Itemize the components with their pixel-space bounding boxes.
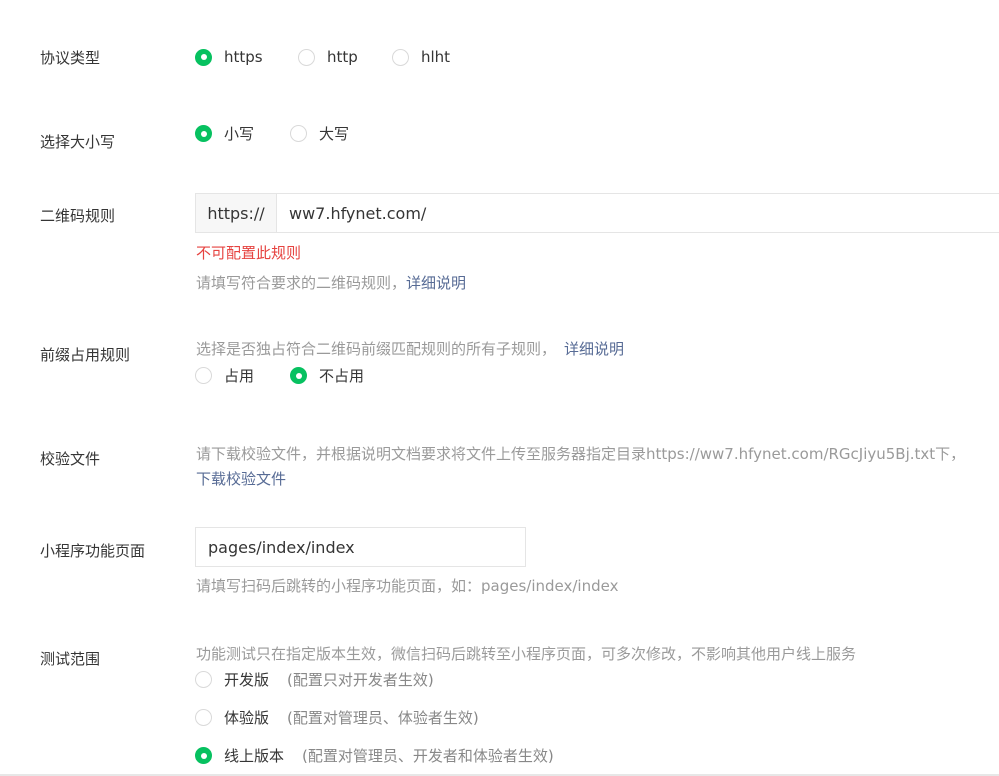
qrcode-rule-label: 二维码规则 xyxy=(40,207,116,225)
radio-label: http xyxy=(327,48,358,66)
qrcode-rule-field[interactable]: https:// ww7.hfynet.com/ xyxy=(195,193,999,233)
scope-radio-online[interactable]: 线上版本 (配置对管理员、开发者和体验者生效) xyxy=(195,745,554,766)
radio-label: 不占用 xyxy=(319,367,365,385)
radio-unchecked-icon xyxy=(298,48,315,66)
radio-unchecked-icon xyxy=(290,125,307,142)
radio-unchecked-icon xyxy=(195,709,212,726)
radio-unchecked-icon xyxy=(195,671,212,688)
case-label: 选择大小写 xyxy=(40,133,116,151)
qrcode-rule-prefix: https:// xyxy=(196,194,277,232)
radio-note: (配置对管理员、体验者生效) xyxy=(287,709,479,727)
protocol-radio-https[interactable]: https xyxy=(195,48,263,66)
test-scope-label: 测试范围 xyxy=(40,650,101,668)
radio-checked-icon xyxy=(290,367,307,384)
prefix-radio-occupy[interactable]: 占用 xyxy=(195,365,254,386)
prefix-occupy-detail-link[interactable]: 详细说明 xyxy=(564,340,624,358)
page-label: 小程序功能页面 xyxy=(40,542,146,560)
prefix-occupy-desc: 选择是否独占符合二维码前缀匹配规则的所有子规则， 详细说明 xyxy=(196,338,624,359)
radio-label: 体验版 xyxy=(224,709,270,727)
scope-radio-trial[interactable]: 体验版 (配置对管理员、体验者生效) xyxy=(195,707,479,728)
prefix-radio-not-occupy[interactable]: 不占用 xyxy=(290,365,364,386)
radio-unchecked-icon xyxy=(392,48,409,66)
radio-note: (配置对管理员、开发者和体验者生效) xyxy=(302,747,554,765)
qrcode-rule-help: 请填写符合要求的二维码规则，详细说明 xyxy=(196,272,466,293)
verify-file-desc: 请下载校验文件，并根据说明文档要求将文件上传至服务器指定目录https://ww… xyxy=(196,445,966,463)
qrcode-rule-detail-link[interactable]: 详细说明 xyxy=(406,274,466,292)
verify-file-label: 校验文件 xyxy=(40,450,101,468)
page-input[interactable]: pages/index/index xyxy=(195,527,526,567)
radio-checked-icon xyxy=(195,48,212,66)
radio-label: 占用 xyxy=(224,367,255,385)
qrcode-rule-error: 不可配置此规则 xyxy=(196,244,302,262)
radio-label: https xyxy=(224,48,263,66)
protocol-radio-http[interactable]: http xyxy=(298,48,358,66)
protocol-type-label: 协议类型 xyxy=(40,49,101,67)
case-radio-upper[interactable]: 大写 xyxy=(290,123,349,144)
prefix-occupy-label: 前缀占用规则 xyxy=(40,346,131,364)
radio-label: 开发版 xyxy=(224,671,270,689)
radio-label: 大写 xyxy=(319,125,350,143)
case-radio-lower[interactable]: 小写 xyxy=(195,123,254,144)
scope-radio-develop[interactable]: 开发版 (配置只对开发者生效) xyxy=(195,669,434,690)
prefix-occupy-desc-text: 选择是否独占符合二维码前缀匹配规则的所有子规则， xyxy=(196,340,557,358)
page-help: 请填写扫码后跳转的小程序功能页面，如：pages/index/index xyxy=(196,577,619,595)
radio-label: 小写 xyxy=(224,125,255,143)
radio-note: (配置只对开发者生效) xyxy=(287,671,434,689)
radio-checked-icon xyxy=(195,125,212,142)
qrcode-rule-help-text: 请填写符合要求的二维码规则， xyxy=(196,274,407,292)
radio-checked-icon xyxy=(195,747,212,764)
test-scope-desc: 功能测试只在指定版本生效，微信扫码后跳转至小程序页面，可多次修改，不影响其他用户… xyxy=(196,645,857,663)
download-verify-file-link[interactable]: 下载校验文件 xyxy=(196,468,286,489)
qrcode-rule-input[interactable]: ww7.hfynet.com/ xyxy=(277,194,999,232)
protocol-radio-hlht[interactable]: hlht xyxy=(392,48,450,66)
radio-unchecked-icon xyxy=(195,367,212,384)
radio-label: hlht xyxy=(421,48,451,66)
radio-label: 线上版本 xyxy=(224,747,285,765)
